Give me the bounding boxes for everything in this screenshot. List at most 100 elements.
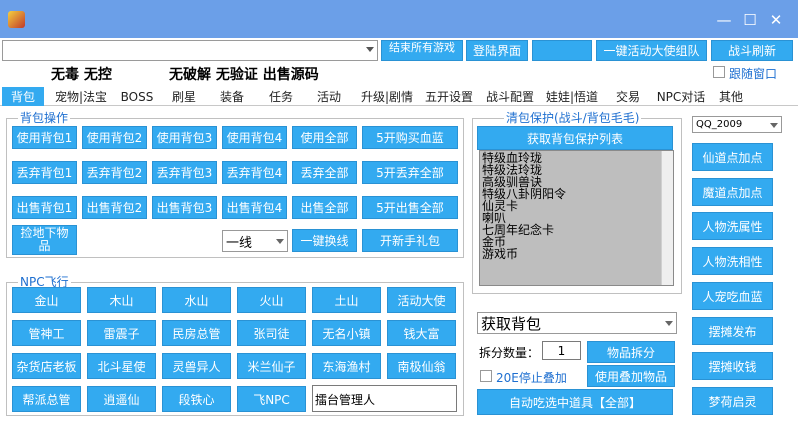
one-key-switch-line-button[interactable]: 一键换线 [292, 229, 357, 252]
use-bag-3-button[interactable]: 使用背包3 [152, 126, 217, 149]
stop-stack-checkbox[interactable] [480, 370, 492, 382]
close-icon[interactable]: ✕ [767, 11, 785, 29]
split-count-label: 拆分数量： [479, 346, 540, 360]
sell-bag-4-button[interactable]: 出售背包4 [222, 196, 287, 219]
bag-select[interactable]: 获取背包 [477, 312, 677, 334]
tab-trade[interactable]: 交易 [610, 87, 646, 106]
get-protect-list-button[interactable]: 获取背包保护列表 [477, 126, 673, 150]
npc-mushan-button[interactable]: 木山 [87, 287, 156, 313]
chevron-down-icon [366, 47, 374, 52]
refresh-battle-button[interactable]: 战斗刷新 [711, 40, 793, 61]
fly-npc-button[interactable]: 飞NPC [237, 386, 306, 412]
tab-doll[interactable]: 娃娃|悟道 [543, 87, 601, 106]
npc-xiaoyao-button[interactable]: 逍遥仙 [87, 386, 156, 412]
npc-lingshou-button[interactable]: 灵兽异人 [162, 353, 231, 379]
modao-add-point-button[interactable]: 魔道点加点 [692, 178, 773, 206]
account-select[interactable]: QQ_2009 [692, 116, 782, 133]
npc-huoshan-button[interactable]: 火山 [237, 287, 306, 313]
bag-group-title: 背包操作 [18, 111, 71, 125]
drop-bag-3-button[interactable]: 丢弃背包3 [152, 161, 217, 184]
npc-minfang-button[interactable]: 民房总管 [162, 320, 231, 346]
five-buy-potion-button[interactable]: 5开购买血蓝 [362, 126, 458, 149]
tab-star[interactable]: 刷星 [165, 87, 203, 106]
vertical-scrollbar[interactable] [661, 151, 673, 285]
maximize-icon[interactable]: ☐ [741, 11, 759, 29]
npc-duantiexin-button[interactable]: 段铁心 [162, 386, 231, 412]
tab-boss[interactable]: BOSS [116, 87, 158, 106]
xiandao-add-point-button[interactable]: 仙道点加点 [692, 143, 773, 171]
split-item-button[interactable]: 物品拆分 [587, 341, 675, 363]
drop-bag-4-button[interactable]: 丢弃背包4 [222, 161, 287, 184]
follow-window-label: 跟随窗口 [729, 67, 778, 81]
tab-task[interactable]: 任务 [262, 87, 300, 106]
tab-bar: 背包 宠物|法宝 BOSS 刷星 装备 任务 活动 升级|剧情 五开设置 战斗配… [0, 86, 798, 106]
npc-donghai-button[interactable]: 东海渔村 [312, 353, 381, 379]
use-bag-2-button[interactable]: 使用背包2 [82, 126, 147, 149]
protect-group-title: 清包保护(战斗/背包毛毛) [504, 111, 642, 125]
npc-shuishan-button[interactable]: 水山 [162, 287, 231, 313]
use-stack-item-button[interactable]: 使用叠加物品 [587, 365, 675, 387]
use-all-button[interactable]: 使用全部 [292, 126, 357, 149]
drop-bag-1-button[interactable]: 丢弃背包1 [12, 161, 77, 184]
one-key-team-button[interactable]: 一键活动大使组队 [596, 40, 707, 61]
npc-grocer-button[interactable]: 杂货店老板 [12, 353, 81, 379]
use-bag-4-button[interactable]: 使用背包4 [222, 126, 287, 149]
pickup-items-button[interactable]: 捡地下物品 [12, 225, 77, 255]
npc-qiandafu-button[interactable]: 钱大富 [387, 320, 456, 346]
stall-publish-button[interactable]: 摆摊发布 [692, 317, 773, 345]
minimize-icon[interactable]: — [715, 11, 733, 29]
drop-bag-2-button[interactable]: 丢弃背包2 [82, 161, 147, 184]
tab-activity[interactable]: 活动 [310, 87, 348, 106]
wash-attributes-button[interactable]: 人物洗属性 [692, 212, 773, 240]
blank-button[interactable] [532, 40, 592, 61]
protect-item-list[interactable]: 特级血玲珑 特级法玲珑 高级驯兽诀 特级八卦阴阳令 仙灵卡 喇叭 七周年纪念卡 … [479, 150, 674, 286]
five-sell-all-button[interactable]: 5开出售全部 [362, 196, 458, 219]
tab-levelup[interactable]: 升级|剧情 [358, 87, 416, 106]
npc-guanshengong-button[interactable]: 管神工 [12, 320, 81, 346]
stall-collect-button[interactable]: 摆摊收钱 [692, 352, 773, 380]
game-window-combo[interactable] [2, 40, 378, 61]
tab-five-open[interactable]: 五开设置 [421, 87, 477, 106]
npc-guild-manager-button[interactable]: 帮派总管 [12, 386, 81, 412]
tab-bag[interactable]: 背包 [2, 87, 44, 106]
protect-item-list-items: 特级血玲珑 特级法玲珑 高级驯兽诀 特级八卦阴阳令 仙灵卡 喇叭 七周年纪念卡 … [482, 152, 566, 260]
five-drop-all-button[interactable]: 5开丢弃全部 [362, 161, 458, 184]
auto-eat-items-button[interactable]: 自动吃选中道具【全部】 [477, 389, 673, 415]
follow-window-checkbox[interactable] [713, 66, 725, 78]
npc-zhangsitu-button[interactable]: 张司徒 [237, 320, 306, 346]
npc-jinshan-button[interactable]: 金山 [12, 287, 81, 313]
title-bar: — ☐ ✕ [0, 0, 798, 38]
npc-milan-button[interactable]: 米兰仙子 [237, 353, 306, 379]
sell-bag-3-button[interactable]: 出售背包3 [152, 196, 217, 219]
use-bag-1-button[interactable]: 使用背包1 [12, 126, 77, 149]
npc-nanji-button[interactable]: 南极仙翁 [387, 353, 456, 379]
npc-tushan-button[interactable]: 土山 [312, 287, 381, 313]
sell-bag-1-button[interactable]: 出售背包1 [12, 196, 77, 219]
tab-pet[interactable]: 宠物|法宝 [51, 87, 111, 106]
npc-beidou-button[interactable]: 北斗星使 [87, 353, 156, 379]
tab-other[interactable]: 其他 [713, 87, 749, 106]
npc-target-input[interactable]: 擂台管理人 [312, 385, 457, 412]
tab-npc-dialog[interactable]: NPC对话 [653, 87, 709, 106]
line-select-value: 一线 [226, 235, 253, 251]
drop-all-button[interactable]: 丢弃全部 [292, 161, 357, 184]
npc-wuming-town-button[interactable]: 无名小镇 [312, 320, 381, 346]
tab-battle-config[interactable]: 战斗配置 [482, 87, 538, 106]
sell-all-button[interactable]: 出售全部 [292, 196, 357, 219]
open-gift-button[interactable]: 开新手礼包 [362, 229, 458, 252]
sell-bag-2-button[interactable]: 出售背包2 [82, 196, 147, 219]
bag-select-value: 获取背包 [481, 314, 542, 333]
list-item[interactable]: 游戏币 [482, 248, 566, 260]
login-screen-button[interactable]: 登陆界面 [466, 40, 528, 61]
eat-potion-button[interactable]: 人宠吃血蓝 [692, 282, 773, 310]
account-select-value: QQ_2009 [696, 119, 743, 130]
end-all-games-button[interactable]: 结束所有游戏 [381, 40, 463, 61]
tab-equip[interactable]: 装备 [213, 87, 251, 106]
wash-affinity-button[interactable]: 人物洗相性 [692, 247, 773, 275]
line-select[interactable]: 一线 [222, 230, 288, 252]
split-count-input[interactable]: 1 [542, 341, 581, 360]
npc-event-envoy-button[interactable]: 活动大使 [387, 287, 456, 313]
npc-leizhenzi-button[interactable]: 雷震子 [87, 320, 156, 346]
chevron-down-icon [770, 122, 778, 128]
menghe-awaken-button[interactable]: 梦荷启灵 [692, 387, 773, 415]
